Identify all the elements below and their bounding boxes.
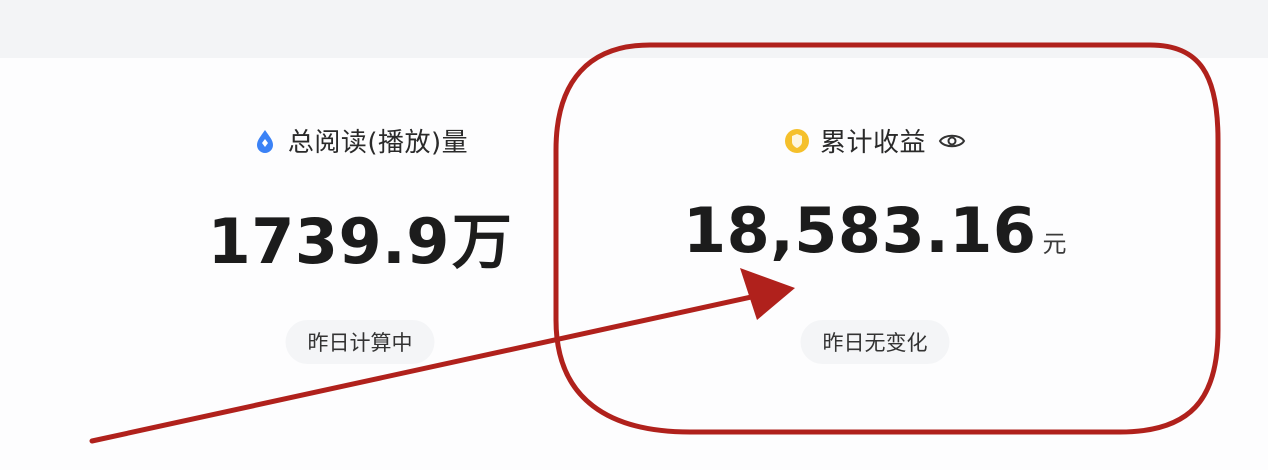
stat-earnings-value-row: 18,583.16 元 xyxy=(665,194,1085,267)
stat-total-reads-value: 1739.9 xyxy=(207,205,450,278)
coin-icon xyxy=(784,128,809,153)
stat-earnings-label: 累计收益 xyxy=(819,128,926,158)
stat-cumulative-earnings: 累计收益 18,583.16 元 昨日无变化 xyxy=(665,58,1085,388)
stat-earnings-status-pill: 昨日无变化 xyxy=(800,320,950,364)
stat-total-reads-status-pill: 昨日计算中 xyxy=(285,320,435,364)
stat-earnings-value: 18,583.16 xyxy=(682,194,1037,267)
top-band xyxy=(0,0,1268,58)
stat-total-reads-label: 总阅读(播放)量 xyxy=(287,128,469,158)
stat-earnings-label-row: 累计收益 xyxy=(665,122,1085,159)
stat-total-reads-status: 昨日计算中 xyxy=(307,331,413,355)
stat-total-reads: 总阅读(播放)量 1739.9万 昨日计算中 xyxy=(150,58,570,388)
droplet-icon xyxy=(256,129,273,153)
eye-icon[interactable] xyxy=(938,131,966,151)
stat-earnings-status: 昨日无变化 xyxy=(822,331,928,355)
stat-earnings-unit: 元 xyxy=(1042,230,1068,258)
stat-total-reads-value-row: 1739.9万 xyxy=(150,194,570,281)
stat-total-reads-unit: 万 xyxy=(451,208,513,278)
stat-total-reads-label-row: 总阅读(播放)量 xyxy=(150,122,570,159)
